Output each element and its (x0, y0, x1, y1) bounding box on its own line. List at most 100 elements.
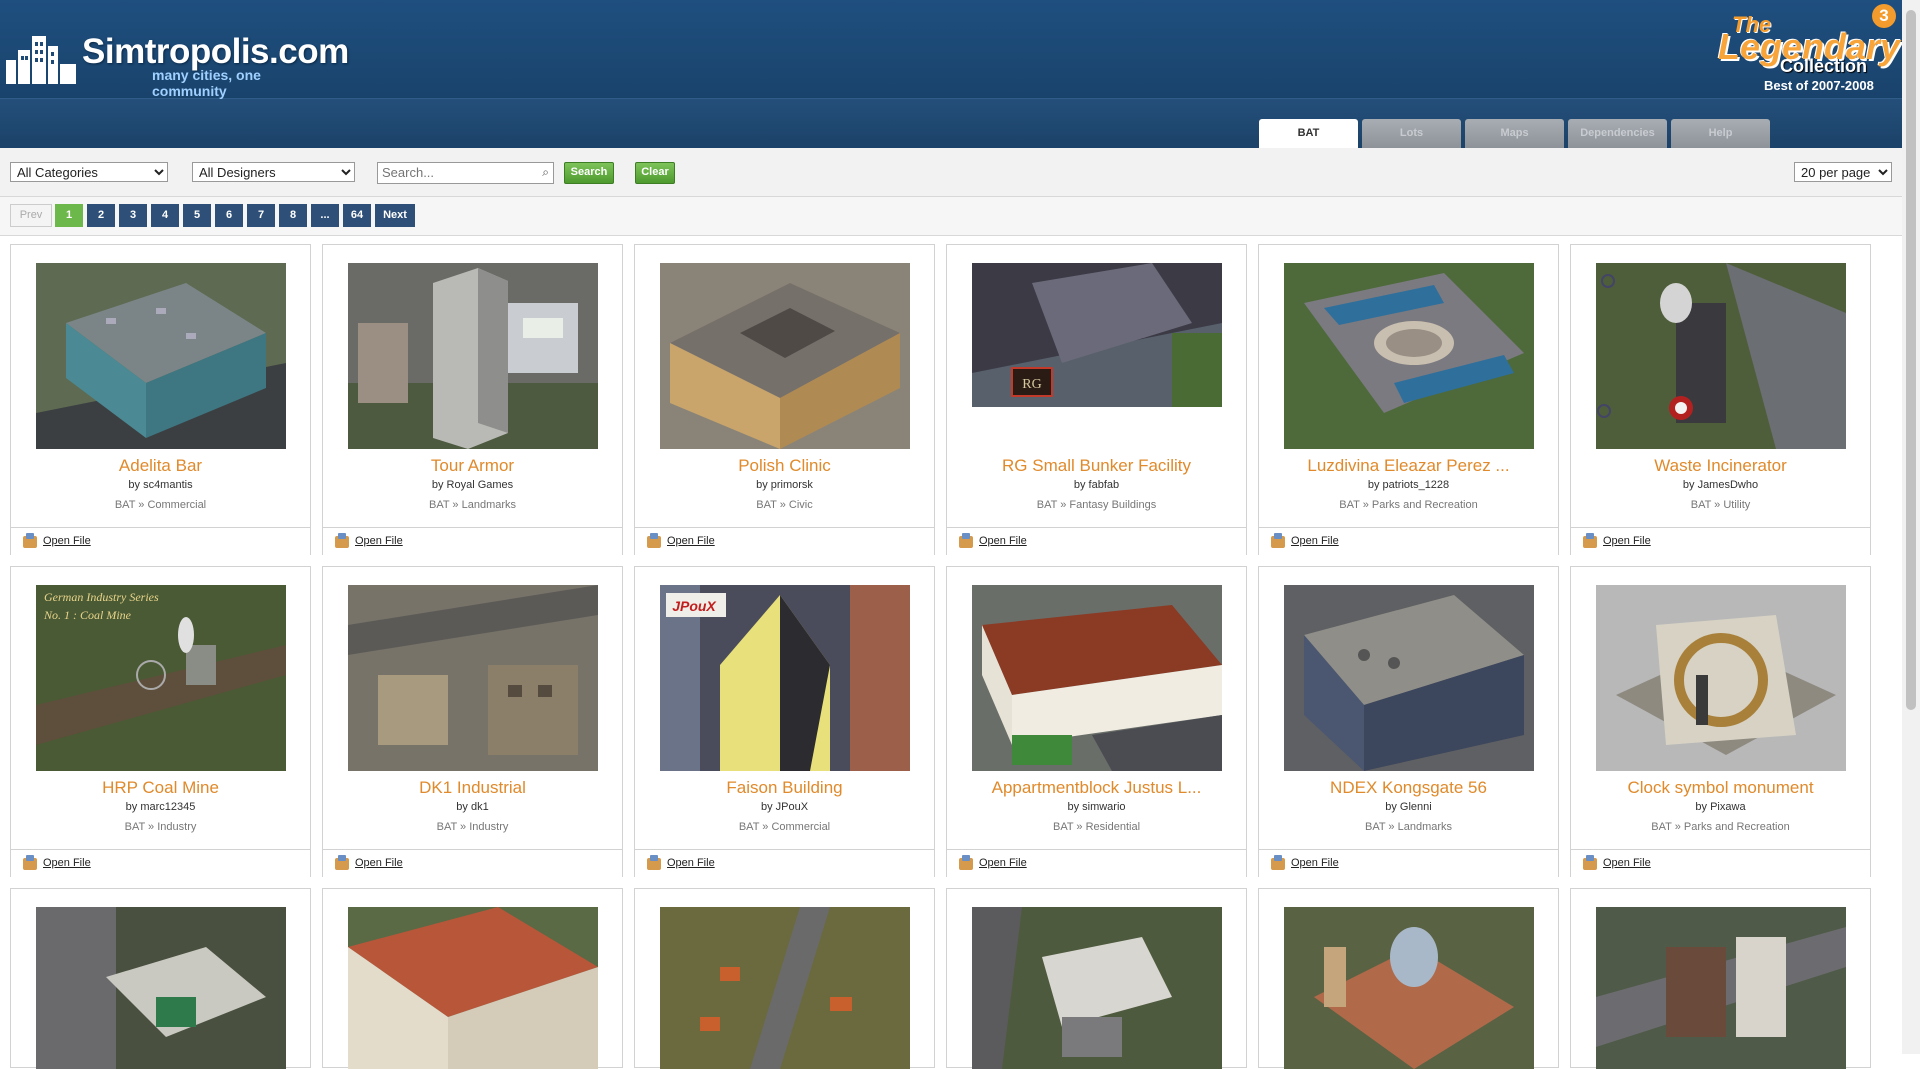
open-file-link[interactable]: Open File (1291, 857, 1339, 869)
page-6-button[interactable]: 6 (215, 204, 243, 227)
per-page-select[interactable]: 20 per page (1794, 162, 1892, 182)
legendary-collection-badge[interactable]: The Legendary Collection Best of 2007-20… (1712, 4, 1900, 94)
item-title[interactable]: Clock symbol monument (1571, 778, 1870, 798)
item-title[interactable]: Tour Armor (323, 456, 622, 476)
item-title[interactable]: Luzdivina Eleazar Perez ... (1259, 456, 1558, 476)
item-author[interactable]: by JPouX (635, 801, 934, 813)
scrollbar-thumb[interactable] (1906, 10, 1916, 710)
search-field[interactable]: ⌕ (377, 162, 554, 184)
item-thumbnail[interactable] (348, 585, 598, 771)
item-author[interactable]: by marc12345 (11, 801, 310, 813)
item-category[interactable]: BAT » Parks and Recreation (1259, 499, 1558, 511)
item-category[interactable]: BAT » Commercial (635, 821, 934, 833)
open-file-icon[interactable] (23, 855, 37, 870)
item-author[interactable]: by JamesDwho (1571, 479, 1870, 491)
item-author[interactable]: by Pixawa (1571, 801, 1870, 813)
tab-help[interactable]: Help (1671, 119, 1770, 148)
category-select[interactable]: All Categories (10, 162, 168, 182)
page-8-button[interactable]: 8 (279, 204, 307, 227)
open-file-icon[interactable] (335, 533, 349, 548)
item-title[interactable]: Appartmentblock Justus L... (947, 778, 1246, 798)
item-thumbnail[interactable] (36, 907, 286, 1069)
item-author[interactable]: by Royal Games (323, 479, 622, 491)
open-file-link[interactable]: Open File (43, 857, 91, 869)
page-5-button[interactable]: 5 (183, 204, 211, 227)
item-thumbnail[interactable] (972, 907, 1222, 1069)
item-author[interactable]: by patriots_1228 (1259, 479, 1558, 491)
open-file-link[interactable]: Open File (979, 857, 1027, 869)
item-title[interactable]: Waste Incinerator (1571, 456, 1870, 476)
item-title[interactable]: RG Small Bunker Facility (947, 456, 1246, 476)
item-category[interactable]: BAT » Industry (323, 821, 622, 833)
open-file-link[interactable]: Open File (667, 535, 715, 547)
item-author[interactable]: by dk1 (323, 801, 622, 813)
open-file-link[interactable]: Open File (355, 857, 403, 869)
item-category[interactable]: BAT » Fantasy Buildings (947, 499, 1246, 511)
item-thumbnail[interactable] (660, 263, 910, 449)
open-file-link[interactable]: Open File (667, 857, 715, 869)
item-category[interactable]: BAT » Landmarks (1259, 821, 1558, 833)
item-thumbnail[interactable] (1284, 585, 1534, 771)
item-author[interactable]: by primorsk (635, 479, 934, 491)
item-author[interactable]: by fabfab (947, 479, 1246, 491)
item-thumbnail[interactable] (36, 263, 286, 449)
page-7-button[interactable]: 7 (247, 204, 275, 227)
item-author[interactable]: by Glenni (1259, 801, 1558, 813)
item-title[interactable]: Polish Clinic (635, 456, 934, 476)
page-ellipsis[interactable]: ... (311, 204, 339, 227)
open-file-icon[interactable] (1271, 855, 1285, 870)
item-category[interactable]: BAT » Commercial (11, 499, 310, 511)
prev-page-button[interactable]: Prev (10, 204, 52, 227)
page-1-button[interactable]: 1 (55, 204, 83, 227)
open-file-icon[interactable] (959, 533, 973, 548)
next-page-button[interactable]: Next (375, 204, 415, 227)
open-file-icon[interactable] (23, 533, 37, 548)
item-title[interactable]: Adelita Bar (11, 456, 310, 476)
page-4-button[interactable]: 4 (151, 204, 179, 227)
item-thumbnail[interactable] (348, 263, 598, 449)
page-3-button[interactable]: 3 (119, 204, 147, 227)
open-file-icon[interactable] (647, 533, 661, 548)
item-thumbnail[interactable] (660, 907, 910, 1069)
item-category[interactable]: BAT » Industry (11, 821, 310, 833)
open-file-icon[interactable] (1583, 855, 1597, 870)
item-thumbnail[interactable] (1596, 907, 1846, 1069)
site-logo[interactable]: Simtropolis.com many cities, one communi… (4, 24, 349, 100)
item-author[interactable]: by sc4mantis (11, 479, 310, 491)
open-file-link[interactable]: Open File (979, 535, 1027, 547)
item-title[interactable]: Faison Building (635, 778, 934, 798)
open-file-icon[interactable] (959, 855, 973, 870)
item-title[interactable]: HRP Coal Mine (11, 778, 310, 798)
item-thumbnail[interactable] (1284, 907, 1534, 1069)
open-file-icon[interactable] (1583, 533, 1597, 548)
item-author[interactable]: by simwario (947, 801, 1246, 813)
page-2-button[interactable]: 2 (87, 204, 115, 227)
tab-lots[interactable]: Lots (1362, 119, 1461, 148)
search-button[interactable]: Search (564, 162, 614, 184)
item-title[interactable]: NDEX Kongsgate 56 (1259, 778, 1558, 798)
designer-select[interactable]: All Designers (192, 162, 355, 182)
tab-bat[interactable]: BAT (1259, 119, 1358, 149)
item-thumbnail[interactable] (348, 907, 598, 1069)
item-thumbnail[interactable] (1596, 263, 1846, 449)
item-category[interactable]: BAT » Utility (1571, 499, 1870, 511)
page-64-button[interactable]: 64 (343, 204, 371, 227)
page-scrollbar[interactable] (1902, 0, 1920, 1054)
open-file-link[interactable]: Open File (355, 535, 403, 547)
item-category[interactable]: BAT » Civic (635, 499, 934, 511)
item-thumbnail[interactable] (1284, 263, 1534, 449)
item-thumbnail[interactable] (1596, 585, 1846, 771)
open-file-icon[interactable] (1271, 533, 1285, 548)
item-category[interactable]: BAT » Residential (947, 821, 1246, 833)
item-thumbnail[interactable] (972, 585, 1222, 771)
item-thumbnail[interactable]: JPouX (660, 585, 910, 771)
item-title[interactable]: DK1 Industrial (323, 778, 622, 798)
open-file-link[interactable]: Open File (1603, 857, 1651, 869)
open-file-link[interactable]: Open File (1291, 535, 1339, 547)
item-thumbnail[interactable]: German Industry Series No. 1 : Coal Mine (36, 585, 286, 771)
open-file-link[interactable]: Open File (43, 535, 91, 547)
item-thumbnail[interactable]: RG (972, 263, 1222, 407)
item-category[interactable]: BAT » Parks and Recreation (1571, 821, 1870, 833)
search-input[interactable] (378, 163, 534, 181)
tab-maps[interactable]: Maps (1465, 119, 1564, 148)
